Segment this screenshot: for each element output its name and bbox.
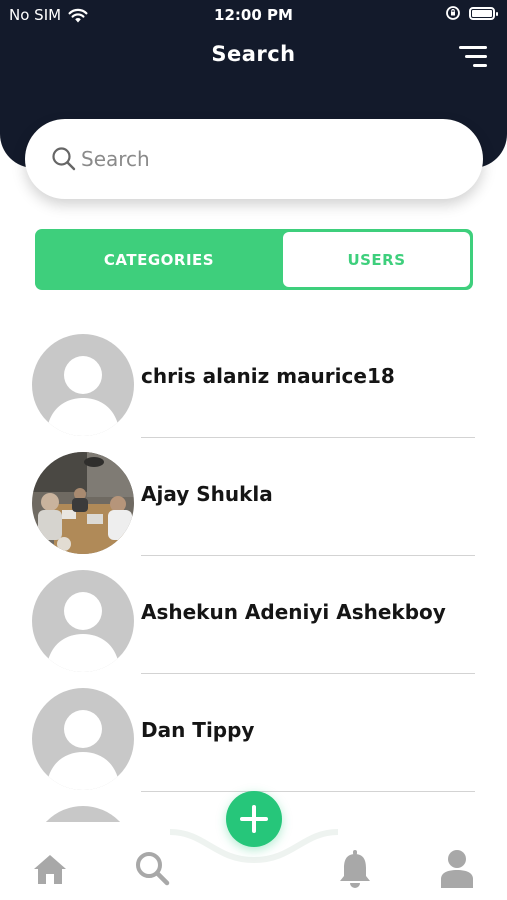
segmented-control: CATEGORIES USERS [35, 229, 473, 290]
search-icon[interactable] [134, 850, 172, 888]
user-row[interactable]: Dan Tippy [0, 674, 507, 792]
add-button[interactable] [226, 791, 282, 847]
search-icon [52, 147, 76, 171]
user-name: Dan Tippy [141, 718, 255, 742]
user-name: Ajay Shukla [141, 482, 273, 506]
orientation-lock-icon [446, 6, 460, 20]
search-input[interactable] [81, 139, 461, 179]
search-bar[interactable] [25, 119, 483, 199]
user-name: Ashekun Adeniyi Ashekboy [141, 600, 446, 624]
home-icon[interactable] [32, 851, 68, 887]
default-avatar [32, 334, 134, 436]
user-row[interactable]: Ajay Shukla [0, 438, 507, 556]
photo-avatar [32, 452, 134, 554]
tab-categories[interactable]: CATEGORIES [35, 229, 283, 290]
status-bar: No SIM 12:00 PM [0, 0, 507, 30]
user-row[interactable]: chris alaniz maurice18 [0, 320, 507, 438]
filter-lines-icon [459, 46, 487, 49]
status-time: 12:00 PM [214, 6, 293, 24]
default-avatar [32, 570, 134, 672]
add-icon [240, 805, 268, 833]
page-title: Search [211, 42, 296, 66]
bell-icon[interactable] [336, 849, 374, 889]
filter-menu-button[interactable] [459, 44, 487, 70]
battery-level [472, 9, 492, 17]
user-icon[interactable] [439, 848, 475, 890]
battery-icon [469, 6, 498, 20]
tab-users[interactable]: USERS [283, 232, 470, 287]
default-avatar [32, 688, 134, 790]
user-name: chris alaniz maurice18 [141, 364, 395, 388]
user-list: chris alaniz maurice18 Ajay Shukla Ashek… [0, 320, 507, 822]
user-row[interactable]: Ashekun Adeniyi Ashekboy [0, 556, 507, 674]
